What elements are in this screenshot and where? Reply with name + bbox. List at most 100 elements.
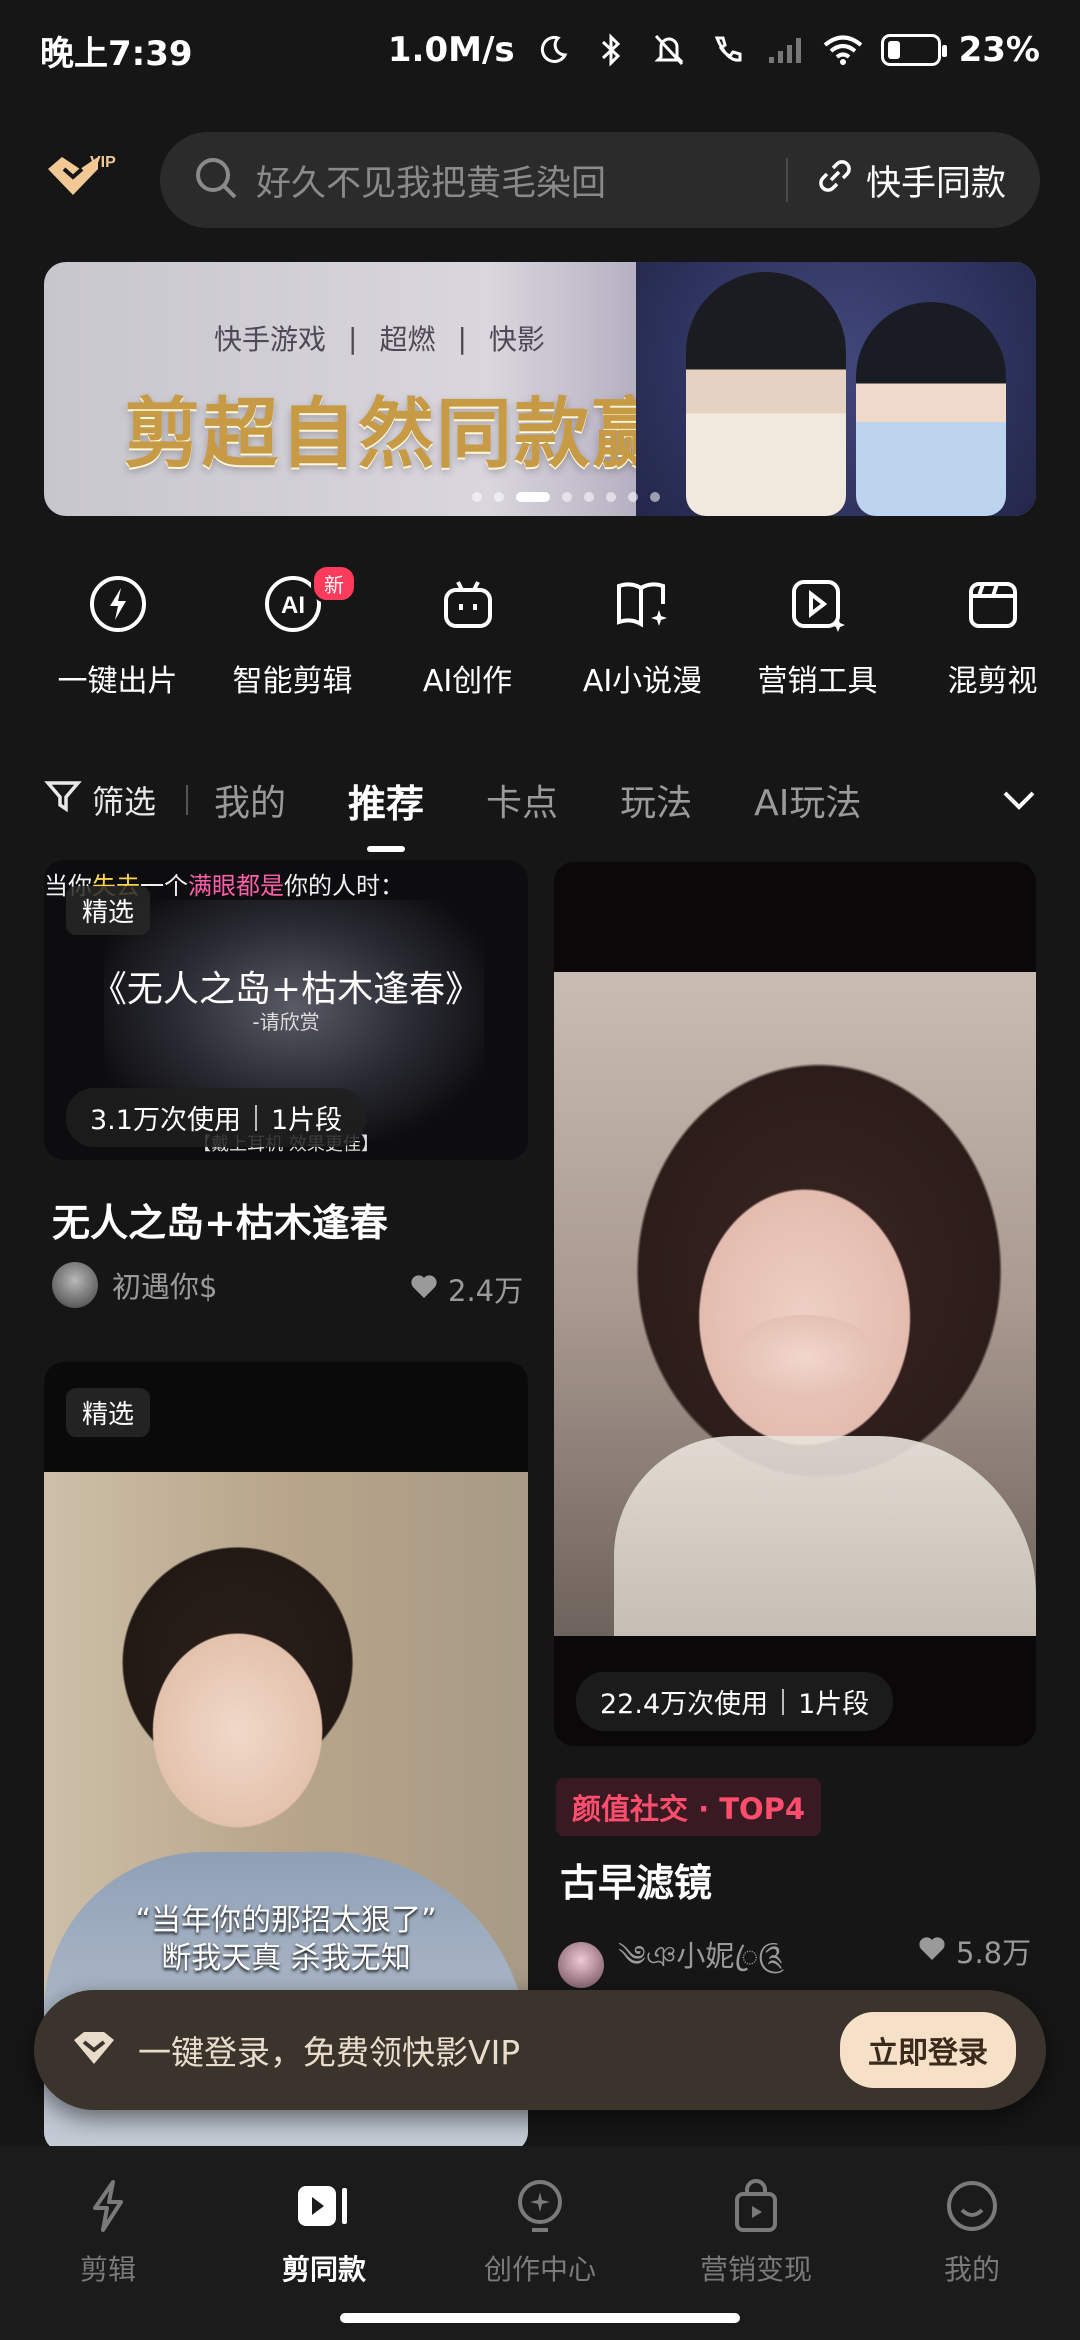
tab-mine[interactable]: 我的 (214, 774, 286, 826)
moon-icon (533, 32, 573, 68)
tab-gameplay[interactable]: 玩法 (620, 774, 692, 826)
banner-character-right (856, 302, 1006, 516)
usage-count: 3.1万次使用 (90, 1105, 241, 1136)
banner-brand-kuaiying: 快影 (488, 323, 545, 356)
book-sparkle-icon (611, 572, 675, 636)
filter-icon (44, 777, 82, 823)
template-card[interactable]: 当你失去一个满眼都是你的人时： 精选 《无人之岛+枯木逢春》 -请欣赏 【戴上耳… (44, 860, 528, 1160)
tool-label: AI创作 (422, 664, 513, 699)
tab-recommended[interactable]: 推荐 (348, 773, 424, 828)
heart-icon (918, 1934, 946, 1968)
usage-count: 22.4万次使用 (600, 1689, 769, 1720)
vip-diamond-icon (70, 2028, 118, 2072)
nav-edit[interactable]: 剪辑 (8, 2176, 208, 2340)
banner-brand-kuaishou-game: 快手游戏 (214, 323, 327, 356)
tool-ai-novel-comic[interactable]: AI小说漫 (555, 572, 730, 712)
usage-chip: 3.1万次使用 1片段 (66, 1088, 367, 1147)
login-prompt[interactable]: 一键登录，免费领快影VIP 立即登录 (34, 1990, 1046, 2110)
banner-dot[interactable] (472, 492, 482, 502)
call-icon (707, 32, 747, 68)
search-bar[interactable]: 好久不见我把黄毛染回 快手同款 (160, 132, 1040, 228)
svg-text:AI: AI (281, 592, 305, 619)
signal-icon (765, 32, 805, 68)
segment-count: 1片段 (798, 1689, 870, 1720)
clapper-icon (961, 572, 1025, 636)
banner-pagination (472, 492, 660, 502)
banner-dot[interactable] (606, 492, 616, 502)
bolt-icon (86, 572, 150, 636)
network-speed: 1.0M/s (387, 30, 515, 70)
lightning-icon (78, 2176, 138, 2236)
tabs-divider (186, 785, 189, 815)
avatar (52, 1262, 98, 1308)
wifi-icon (823, 32, 863, 68)
filter-label: 筛选 (92, 783, 157, 821)
banner-dot[interactable] (584, 492, 594, 502)
filter-button[interactable]: 筛选 (44, 777, 156, 823)
tab-beat[interactable]: 卡点 (486, 774, 558, 826)
tool-label: AI小说漫 (582, 664, 703, 699)
video-caption: “当年你的那招太狠了” 断我天真 杀我无知 (135, 1903, 437, 1976)
song-subtitle: -请欣赏 (252, 1010, 320, 1034)
tool-label: 混剪视 (947, 664, 1038, 699)
tool-ai-create[interactable]: AI创作 (380, 572, 555, 712)
tool-row: 一键出片 AI 新 智能剪辑 AI创作 AI小说漫 营销工具 混剪视 (0, 564, 1080, 712)
like-count[interactable]: 2.4万 (410, 1268, 523, 1310)
smile-icon (942, 2176, 1002, 2236)
bottom-nav: 剪辑 剪同款 创作中心 营销变现 我的 (0, 2146, 1080, 2340)
card-thumbnail (554, 972, 1036, 1636)
usage-chip: 22.4万次使用 1片段 (576, 1672, 894, 1731)
tool-label: 营销工具 (757, 664, 878, 699)
nav-profile[interactable]: 我的 (872, 2176, 1072, 2340)
banner-character-left (686, 272, 846, 516)
template-card[interactable]: 22.4万次使用 1片段 (554, 862, 1036, 1746)
tab-ai-gameplay[interactable]: AI玩法 (754, 774, 861, 826)
avatar (558, 1942, 604, 1988)
banner-dot[interactable] (650, 492, 660, 502)
card-title[interactable]: 无人之岛+枯木逢春 (52, 1192, 388, 1247)
search-divider (785, 158, 788, 202)
vip-badge-text: VIP (90, 154, 116, 171)
tool-smart-edit[interactable]: AI 新 智能剪辑 (205, 564, 380, 712)
author-name: 初遇你$ (112, 1270, 218, 1304)
status-icons: 1.0M/s 23% (388, 30, 1040, 70)
vip-logo[interactable]: VIP (40, 145, 120, 215)
featured-tag: 精选 (66, 1388, 151, 1437)
tool-mix-video[interactable]: 混剪视 (905, 572, 1080, 712)
new-badge: 新 (311, 564, 357, 603)
song-title: 《无人之岛+枯木逢春》 (90, 969, 482, 1010)
bluetooth-icon (591, 32, 631, 68)
heart-icon (410, 1272, 438, 1306)
tool-marketing[interactable]: 营销工具 (730, 572, 905, 712)
status-bar: 晚上7:39 1.0M/s 23% (0, 0, 1080, 100)
play-sparkle-icon (786, 572, 850, 636)
shopping-bag-icon (726, 2176, 786, 2236)
like-count[interactable]: 5.8万 (918, 1930, 1031, 1972)
search-icon (194, 156, 238, 204)
author-row[interactable]: 初遇你$ (52, 1262, 217, 1308)
home-indicator[interactable] (340, 2313, 740, 2323)
tool-label: 一键出片 (57, 664, 178, 699)
featured-tag: 精选 (66, 886, 151, 935)
segment-count: 1片段 (270, 1105, 343, 1136)
promo-banner[interactable]: 快手游戏 | 超燃 | 快影 剪超自然同款赢现金 (44, 262, 1036, 516)
banner-dot[interactable] (494, 492, 504, 502)
banner-dot[interactable] (562, 492, 572, 502)
search-placeholder[interactable]: 好久不见我把黄毛染回 (256, 155, 758, 206)
card-title[interactable]: 古早滤镜 (560, 1852, 712, 1907)
login-button[interactable]: 立即登录 (840, 2012, 1016, 2088)
tool-one-click[interactable]: 一键出片 (30, 572, 205, 712)
banner-dot[interactable] (516, 492, 550, 502)
tool-label: 智能剪辑 (232, 664, 353, 699)
banner-brands: 快手游戏 | 超燃 | 快影 (214, 318, 545, 358)
same-style-button[interactable]: 快手同款 (816, 155, 1006, 206)
battery-percent: 23% (958, 30, 1040, 70)
banner-brand-chaoran: 超燃 (379, 323, 436, 356)
category-tabs: 筛选 我的 推荐 卡点 玩法 AI玩法 (0, 760, 1080, 840)
robot-icon (436, 572, 500, 636)
link-icon (816, 157, 854, 204)
chevron-down-icon[interactable] (992, 774, 1046, 828)
mute-bell-icon (649, 32, 689, 68)
battery-icon (880, 34, 947, 66)
banner-dot[interactable] (628, 492, 638, 502)
